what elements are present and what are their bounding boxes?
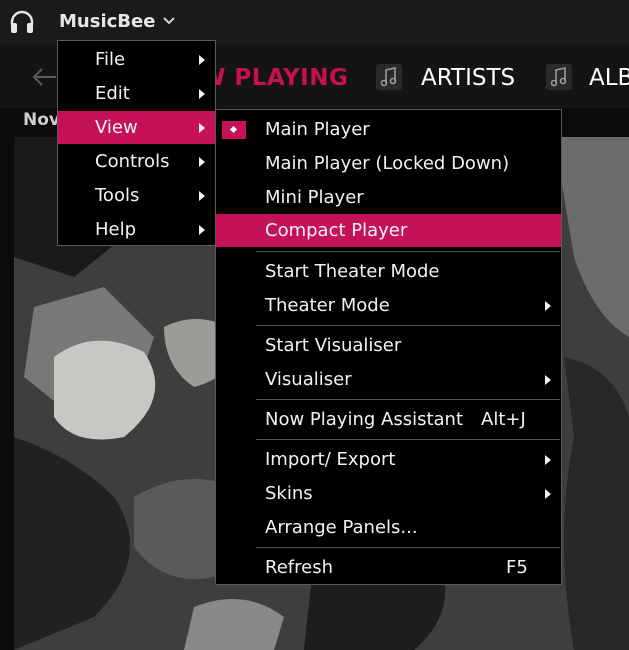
- menu-item-view[interactable]: View: [58, 111, 215, 144]
- chevron-right-icon: [545, 301, 551, 311]
- chevron-right-icon: [199, 191, 205, 201]
- chevron-right-icon: [545, 489, 551, 499]
- headphones-icon[interactable]: [9, 9, 35, 35]
- menu-separator: [256, 251, 560, 252]
- menu-item-mini-player[interactable]: Mini Player: [216, 181, 561, 214]
- menu-item-controls[interactable]: Controls: [58, 145, 215, 178]
- app-title[interactable]: MusicBee: [59, 11, 155, 32]
- menu-item-main-player[interactable]: Main Player: [216, 113, 561, 146]
- music-note-icon: [546, 64, 572, 90]
- menu-item-compact-player[interactable]: Compact Player: [216, 214, 561, 247]
- chevron-right-icon: [199, 89, 205, 99]
- chevron-right-icon: [545, 375, 551, 385]
- main-menu: File Edit View Controls Tools Help: [57, 40, 216, 246]
- menu-separator: [256, 439, 560, 440]
- menu-item-refresh[interactable]: Refresh F5: [216, 551, 561, 584]
- menu-item-skins[interactable]: Skins: [216, 477, 561, 510]
- menu-item-import-export[interactable]: Import/ Export: [216, 443, 561, 476]
- menu-item-theater-mode[interactable]: Theater Mode: [216, 289, 561, 322]
- menu-item-main-player-locked[interactable]: Main Player (Locked Down): [216, 147, 561, 180]
- view-submenu: Main Player Main Player (Locked Down) Mi…: [215, 109, 562, 585]
- menu-item-tools[interactable]: Tools: [58, 179, 215, 212]
- now-playing-panel-label: Nov: [23, 110, 60, 130]
- chevron-down-icon[interactable]: [163, 16, 175, 26]
- chevron-right-icon: [199, 55, 205, 65]
- menu-item-edit[interactable]: Edit: [58, 77, 215, 110]
- tab-albums[interactable]: ALB: [589, 65, 629, 91]
- music-note-icon: [376, 64, 402, 90]
- menu-item-file[interactable]: File: [58, 43, 215, 76]
- chevron-right-icon: [199, 225, 205, 235]
- chevron-right-icon: [199, 123, 205, 133]
- checked-indicator-icon: [222, 121, 246, 139]
- menu-separator: [256, 547, 560, 548]
- tab-now-playing[interactable]: W PLAYING: [200, 65, 348, 91]
- shortcut-label: F5: [506, 557, 528, 578]
- menu-separator: [256, 325, 560, 326]
- menu-item-visualiser[interactable]: Visualiser: [216, 363, 561, 396]
- menu-item-arrange-panels[interactable]: Arrange Panels...: [216, 511, 561, 544]
- chevron-right-icon: [545, 455, 551, 465]
- menu-item-now-playing-assistant[interactable]: Now Playing Assistant Alt+J: [216, 403, 561, 436]
- menu-separator: [256, 399, 560, 400]
- menu-item-help[interactable]: Help: [58, 213, 215, 246]
- chevron-right-icon: [199, 157, 205, 167]
- menu-item-start-visualiser[interactable]: Start Visualiser: [216, 329, 561, 362]
- menu-item-start-theater-mode[interactable]: Start Theater Mode: [216, 255, 561, 288]
- tab-artists[interactable]: ARTISTS: [421, 65, 515, 91]
- title-bar: MusicBee: [0, 0, 629, 44]
- back-arrow-icon[interactable]: [30, 66, 58, 88]
- shortcut-label: Alt+J: [481, 409, 526, 430]
